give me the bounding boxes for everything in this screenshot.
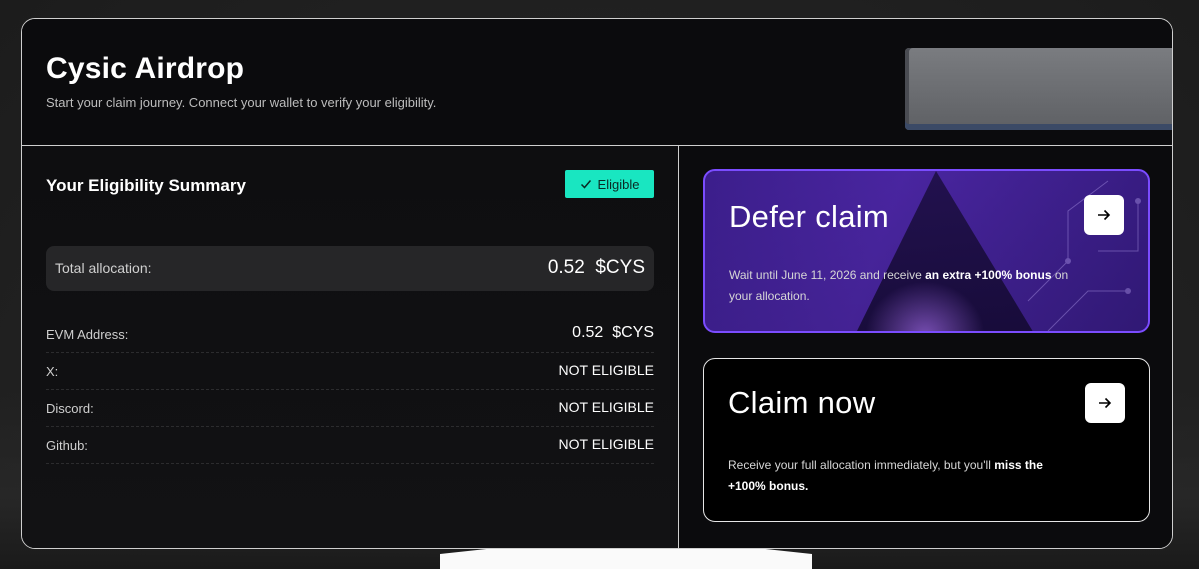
table-row: X: NOT ELIGIBLE <box>46 353 654 390</box>
arrow-right-icon <box>1099 397 1112 409</box>
table-row: Discord: NOT ELIGIBLE <box>46 390 654 427</box>
header-decorative-graphic <box>905 48 1172 130</box>
claim-options-panel: Defer claim Wait until June 11, 2026 and… <box>679 146 1172 548</box>
defer-claim-card[interactable]: Defer claim Wait until June 11, 2026 and… <box>703 169 1150 333</box>
claim-now-description: Receive your full allocation immediately… <box>728 455 1068 497</box>
page-subtitle: Start your claim journey. Connect your w… <box>46 95 437 110</box>
defer-claim-description: Wait until June 11, 2026 and receive an … <box>729 265 1069 307</box>
defer-desc-bold: an extra +100% bonus <box>925 268 1052 282</box>
claim-desc-text: Receive your full allocation immediately… <box>728 458 995 472</box>
row-value-evm: 0.52 $CYS <box>572 324 654 341</box>
total-allocation-box: Total allocation: 0.52 $CYS <box>46 246 654 291</box>
row-value-github: NOT ELIGIBLE <box>558 436 654 452</box>
status-badge-label: Eligible <box>597 176 640 192</box>
row-value-x: NOT ELIGIBLE <box>558 362 654 378</box>
check-icon <box>580 180 591 189</box>
airdrop-modal: Cysic Airdrop Start your claim journey. … <box>21 18 1173 549</box>
eligibility-rows: EVM Address: 0.52 $CYS X: NOT ELIGIBLE D… <box>46 316 654 464</box>
row-value-discord: NOT ELIGIBLE <box>558 399 654 415</box>
claim-now-title: Claim now <box>728 385 876 420</box>
total-allocation-label: Total allocation: <box>55 260 152 276</box>
row-label-evm: EVM Address: <box>46 327 129 342</box>
row-label-x: X: <box>46 364 59 379</box>
defer-claim-title: Defer claim <box>729 199 890 234</box>
table-row: EVM Address: 0.52 $CYS <box>46 316 654 353</box>
claim-now-card[interactable]: Claim now Receive your full allocation i… <box>703 358 1150 522</box>
eligibility-summary-panel: Your Eligibility Summary Eligible Total … <box>22 146 679 548</box>
arrow-right-icon <box>1098 209 1111 221</box>
page-title: Cysic Airdrop <box>46 52 245 85</box>
circuit-pattern-graphic <box>1027 180 1141 331</box>
status-badge: Eligible <box>565 170 654 198</box>
summary-title: Your Eligibility Summary <box>46 176 246 195</box>
defer-claim-button[interactable] <box>1084 195 1124 235</box>
row-label-github: Github: <box>46 438 88 453</box>
claim-now-button[interactable] <box>1085 383 1125 423</box>
total-allocation-value: 0.52 $CYS <box>547 257 645 278</box>
bottom-tab-shape <box>440 548 812 569</box>
table-row: Github: NOT ELIGIBLE <box>46 427 654 464</box>
defer-desc-text: Wait until June 11, 2026 and receive <box>729 268 926 282</box>
row-label-discord: Discord: <box>46 401 94 416</box>
